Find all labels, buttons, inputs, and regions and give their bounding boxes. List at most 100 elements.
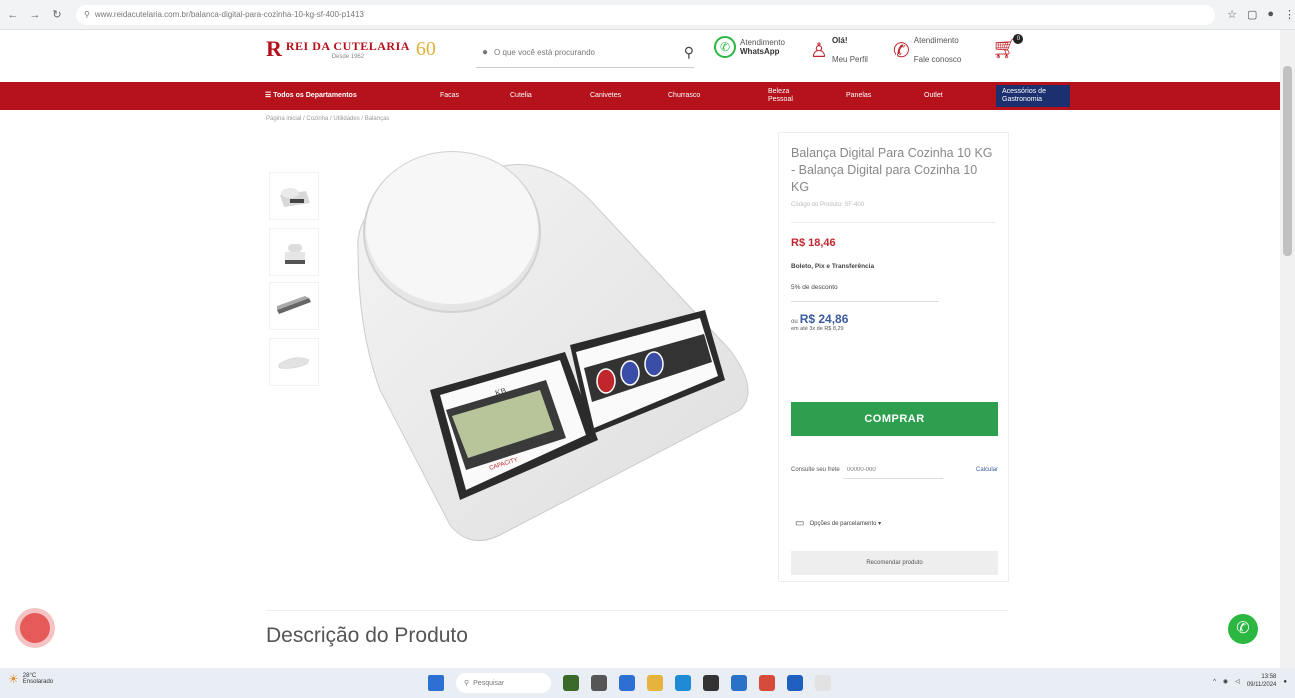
star-icon[interactable]: ☆ [1227, 8, 1237, 21]
nav-item-cutelia[interactable]: Cutelia [510, 82, 532, 110]
app-icon[interactable] [787, 675, 803, 691]
location-pin-icon: ● [482, 47, 489, 58]
back-icon[interactable]: ← [4, 6, 22, 24]
calculate-shipping-button[interactable]: Calcular [976, 467, 998, 473]
product-thumbnail-1[interactable] [269, 172, 319, 220]
price-card: R$ 24,86 [799, 311, 849, 326]
whatsapp-float-icon[interactable]: ✆ [1228, 614, 1258, 644]
nav-item-beleza-pessoal[interactable]: Beleza Pessoal [768, 82, 804, 110]
logo-badge: 60 [415, 37, 436, 60]
scroll-thumb[interactable] [1283, 66, 1292, 256]
weather-desc: Ensolarado [22, 679, 54, 685]
file-explorer-icon[interactable] [647, 675, 663, 691]
product-thumbnail-2[interactable] [269, 228, 319, 276]
search-icon[interactable]: ⚲ [684, 44, 694, 61]
whatsapp-label: Atendimento [740, 38, 785, 47]
recommend-product-button[interactable]: Recomendar produto [791, 551, 998, 575]
nav-item-canivetes[interactable]: Canivetes [590, 82, 621, 110]
whatsapp-contact[interactable]: ✆ Atendimento WhatsApp [714, 36, 785, 58]
product-thumbnail-3[interactable] [269, 282, 319, 330]
product-code: Código do Produto: SF-400 [791, 201, 865, 208]
installment-options-label: Opções de parcelamento ▾ [809, 521, 882, 527]
breadcrumb[interactable]: Página inicial / Cozinha / Utilidades / … [266, 116, 389, 122]
clock[interactable]: 13:58 09/11/2024 [1247, 674, 1277, 690]
pix-payment-methods: Boleto, Pix e Transferência [791, 262, 875, 270]
taskbar-search[interactable]: ⚲ Pesquisar [456, 673, 551, 693]
notification-icon[interactable]: ● [1283, 679, 1287, 685]
app-icon[interactable] [703, 675, 719, 691]
reload-icon[interactable]: ↻ [48, 6, 66, 24]
phone-icon: ✆ [893, 39, 910, 62]
contact-link[interactable]: ✆ Atendimento Fale conosco [893, 36, 961, 64]
browser-toolbar: ← → ↻ ⚲ www.reidacutelaria.com.br/balanc… [0, 0, 1295, 30]
scale-thumbnail-image [277, 296, 311, 314]
address-bar[interactable]: ⚲ www.reidacutelaria.com.br/balanca-digi… [75, 4, 1216, 25]
contact-label: Atendimento [913, 36, 959, 45]
cart-icon: 🛒︎ 0 [992, 34, 1024, 61]
site-info-icon[interactable]: ⚲ [84, 10, 90, 19]
cart-count: 0 [1013, 34, 1024, 44]
cart-button[interactable]: 🛒︎ 0 [992, 34, 1024, 61]
account-link[interactable]: ♙ Olá! Meu Perfil [810, 36, 868, 64]
shipping-calculator: Consulte seu frete Calcular [791, 461, 998, 479]
shipping-label: Consulte seu frete [791, 466, 840, 473]
user-icon: ♙ [810, 39, 828, 62]
installment-options-toggle[interactable]: ▭ Opções de parcelamento ▾ [795, 518, 881, 529]
extensions-icon[interactable]: ▢ [1247, 8, 1257, 21]
taskbar: ☀ 28°C Ensolarado ⚲ Pesquisar ^ ◉ ◁ 13:5… [0, 668, 1295, 698]
nav-item-panelas[interactable]: Panelas [846, 82, 871, 110]
chevron-up-icon[interactable]: ^ [1213, 679, 1216, 685]
description-heading: Descrição do Produto [266, 624, 468, 647]
logo-text: REI DA CUTELARIA [285, 38, 410, 53]
logo-mark: R [266, 36, 282, 61]
page-scrollbar[interactable] [1280, 30, 1295, 668]
cep-input[interactable] [843, 461, 943, 479]
contact-sublabel: Fale conosco [913, 55, 962, 64]
nav-item-acessorios[interactable]: Acessórios de Gastronomia [996, 85, 1070, 107]
url-text: www.reidacutelaria.com.br/balanca-digita… [94, 10, 364, 19]
search-bar[interactable]: ● O que você está procurando ⚲ [476, 38, 694, 68]
clock-date: 09/11/2024 [1246, 681, 1277, 688]
department-nav: ☰ Todos os Departamentos Facas Cutelia C… [0, 82, 1280, 110]
clock-time: 13:58 [1261, 674, 1277, 680]
product-thumbnail-4[interactable] [269, 338, 319, 386]
app-icon[interactable] [563, 675, 579, 691]
forward-icon[interactable]: → [26, 6, 44, 24]
search-input[interactable]: O que você está procurando [494, 48, 595, 57]
nav-item-facas[interactable]: Facas [440, 82, 459, 110]
app-icon[interactable] [731, 675, 747, 691]
price-card-prefix: ou [791, 318, 798, 325]
product-main-image: CAPACITY KB [357, 151, 749, 542]
search-icon: ⚲ [464, 680, 470, 687]
chrome-icon[interactable] [759, 675, 775, 691]
nav-item-churrasco[interactable]: Churrasco [668, 82, 700, 110]
edge-icon[interactable] [675, 675, 691, 691]
product-title: Balança Digital Para Cozinha 10 KG - Bal… [791, 146, 993, 194]
network-icon[interactable]: ◉ [1223, 678, 1228, 685]
taskbar-search-placeholder: Pesquisar [473, 679, 505, 687]
logo-subtitle: Desde 1962 [331, 53, 365, 60]
whatsapp-icon: ✆ [714, 36, 736, 58]
app-icon[interactable] [591, 675, 607, 691]
scale-thumbnail-image [280, 188, 310, 207]
volume-icon[interactable]: ◁ [1235, 678, 1240, 685]
buy-button[interactable]: COMPRAR [791, 402, 998, 436]
site-header: R REI DA CUTELARIA Desde 1962 60 ● O que… [0, 30, 1295, 82]
app-icon[interactable] [815, 675, 831, 691]
price-pix: R$ 18,46 [791, 236, 836, 249]
app-icon[interactable] [619, 675, 635, 691]
menu-icon[interactable]: ⋮ [1284, 8, 1295, 21]
calendar-icon: ▭ [795, 518, 805, 529]
site-logo[interactable]: R REI DA CUTELARIA Desde 1962 60 [266, 36, 436, 62]
cookie-consent-icon[interactable] [20, 613, 50, 643]
weather-widget[interactable]: ☀ 28°C Ensolarado [8, 672, 53, 686]
divider [266, 610, 1008, 611]
whatsapp-sublabel: WhatsApp [740, 47, 780, 56]
scale-thumbnail-image [278, 357, 310, 369]
product-info-panel: Balança Digital Para Cozinha 10 KG - Bal… [778, 132, 1009, 582]
nav-all-departments[interactable]: ☰ Todos os Departamentos [265, 82, 357, 110]
profile-icon[interactable]: ● [1267, 8, 1274, 21]
nav-item-outlet[interactable]: Outlet [924, 82, 943, 110]
start-icon[interactable] [428, 675, 444, 691]
sun-icon: ☀ [8, 672, 19, 686]
